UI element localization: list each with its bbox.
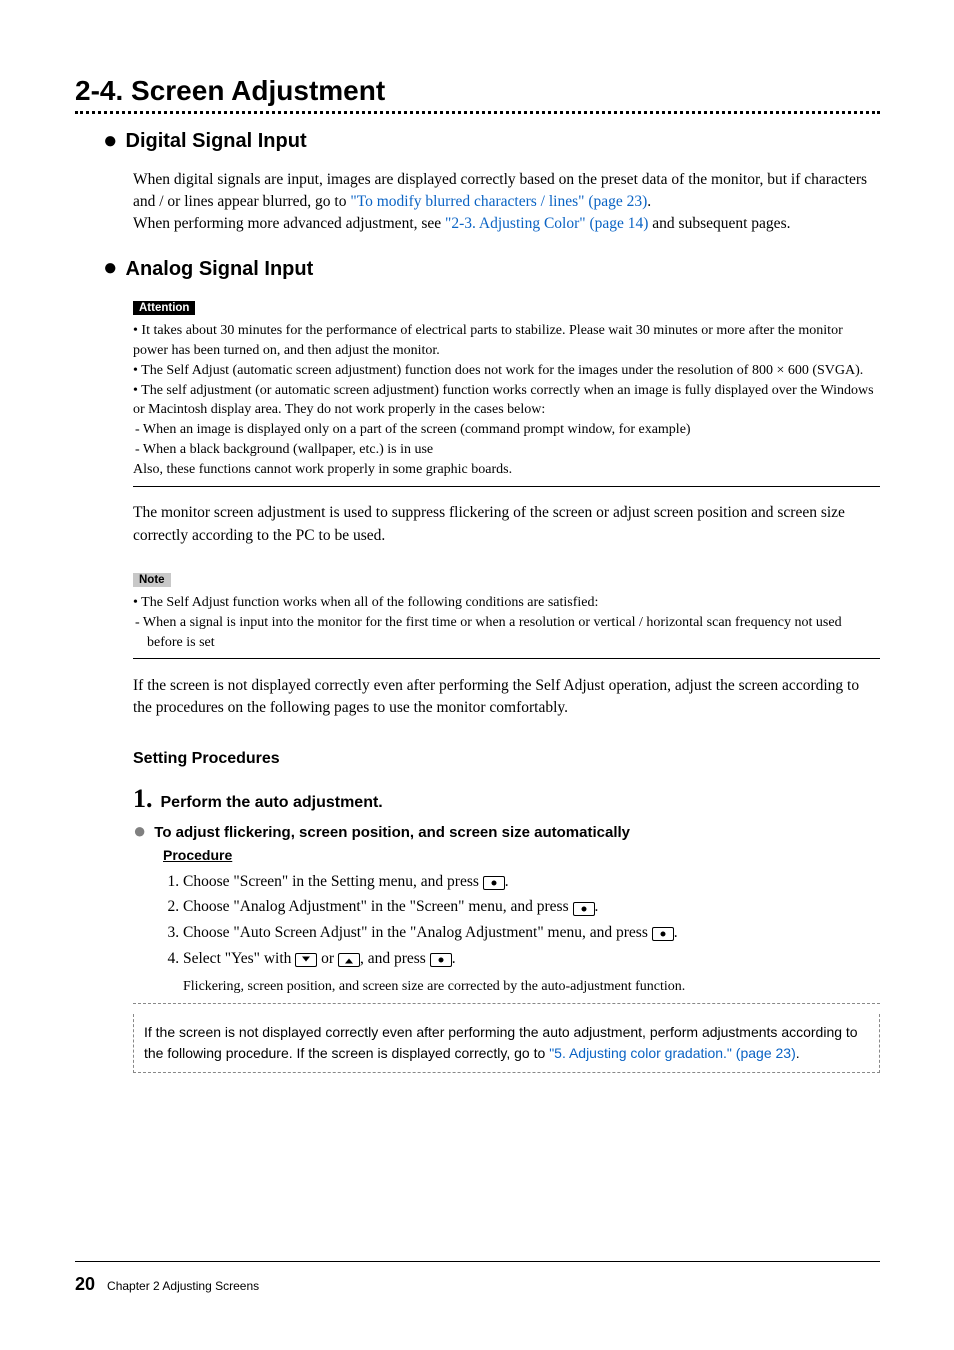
attention-list: It takes about 30 minutes for the perfor… xyxy=(133,321,880,480)
link-color-gradation[interactable]: "5. Adjusting color gradation." (page 23… xyxy=(549,1045,796,1061)
attention-item: It takes about 30 minutes for the perfor… xyxy=(133,321,880,361)
enter-button-icon xyxy=(652,927,674,941)
step-1-subheading-text: To adjust flickering, screen position, a… xyxy=(154,824,630,841)
up-button-icon xyxy=(338,953,360,967)
down-button-icon xyxy=(295,953,317,967)
attention-item: The Self Adjust (automatic screen adjust… xyxy=(133,361,880,381)
note-subitem: When a signal is input into the monitor … xyxy=(147,613,880,653)
attention-tail: Also, these functions cannot work proper… xyxy=(133,462,512,477)
procedure-step: Choose "Auto Screen Adjust" in the "Anal… xyxy=(183,920,880,946)
attention-sublist: When an image is displayed only on a par… xyxy=(133,420,880,460)
section-number: 2-4. xyxy=(75,75,123,106)
note-sublist: When a signal is input into the monitor … xyxy=(133,613,880,653)
page-footer: 20 Chapter 2 Adjusting Screens xyxy=(75,1274,259,1295)
page-number: 20 xyxy=(75,1274,95,1295)
digital-paragraph: When digital signals are input, images a… xyxy=(133,169,880,236)
enter-button-icon xyxy=(483,876,505,890)
footer-rule xyxy=(75,1261,880,1262)
analog-paragraph-2: If the screen is not displayed correctly… xyxy=(133,675,880,720)
step-1-subheading: ● To adjust flickering, screen position,… xyxy=(133,824,880,841)
note-label: Note xyxy=(133,573,171,587)
dashed-rule xyxy=(133,1003,880,1004)
digital-heading-text: Digital Signal Input xyxy=(126,130,307,153)
section-heading: 2-4. Screen Adjustment xyxy=(75,75,880,107)
enter-button-icon xyxy=(430,953,452,967)
section-title: Screen Adjustment xyxy=(131,75,385,106)
procedure-steps: Choose "Screen" in the Setting menu, and… xyxy=(163,869,880,971)
analog-paragraph-1: The monitor screen adjustment is used to… xyxy=(133,502,880,547)
dotted-rule xyxy=(75,111,880,114)
analog-heading: ● Analog Signal Input xyxy=(103,258,880,281)
procedure-result: Flickering, screen position, and screen … xyxy=(183,977,880,997)
step-title: Perform the auto adjustment. xyxy=(161,794,383,812)
step-number: 1. xyxy=(133,784,153,814)
attention-subitem: When an image is displayed only on a par… xyxy=(147,420,880,440)
info-box: If the screen is not displayed correctly… xyxy=(133,1014,880,1073)
setting-procedures-heading: Setting Procedures xyxy=(133,750,880,768)
procedure-label: Procedure xyxy=(163,847,880,863)
procedure-step: Choose "Screen" in the Setting menu, and… xyxy=(183,869,880,895)
attention-subitem: When a black background (wallpaper, etc.… xyxy=(147,440,880,460)
step-1-heading: 1. Perform the auto adjustment. xyxy=(133,784,880,814)
link-blurred-chars[interactable]: "To modify blurred characters / lines" (… xyxy=(350,193,647,210)
note-list: The Self Adjust function works when all … xyxy=(133,593,880,653)
procedure-step: Choose "Analog Adjustment" in the "Scree… xyxy=(183,894,880,920)
thin-rule xyxy=(133,486,880,487)
page-content: 2-4. Screen Adjustment ● Digital Signal … xyxy=(75,75,880,1073)
attention-item: The self adjustment (or automatic screen… xyxy=(133,381,880,480)
procedure-step: Select "Yes" with or , and press . xyxy=(183,946,880,972)
analog-heading-text: Analog Signal Input xyxy=(126,258,314,281)
thin-rule xyxy=(133,658,880,659)
footer-chapter: Chapter 2 Adjusting Screens xyxy=(107,1279,259,1293)
digital-heading: ● Digital Signal Input xyxy=(103,130,880,153)
note-item: The Self Adjust function works when all … xyxy=(133,593,880,653)
attention-label: Attention xyxy=(133,301,195,315)
enter-button-icon xyxy=(573,902,595,916)
link-adjusting-color[interactable]: "2-3. Adjusting Color" (page 14) xyxy=(445,215,648,232)
